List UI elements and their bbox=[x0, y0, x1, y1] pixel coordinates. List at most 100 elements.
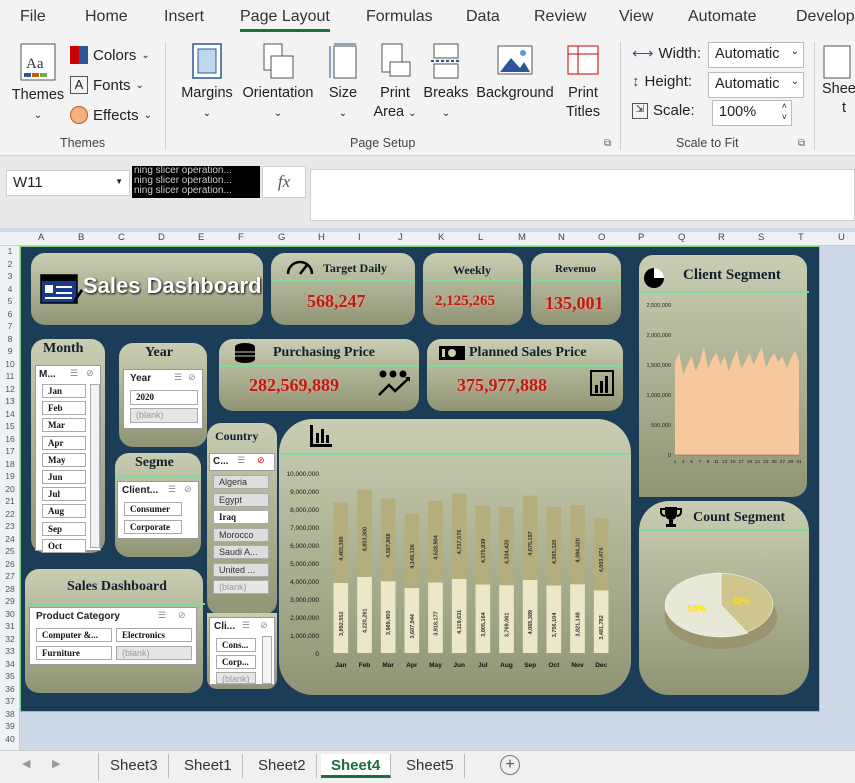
tab-home[interactable]: Home bbox=[85, 8, 128, 26]
row-header[interactable]: 21 bbox=[0, 496, 20, 506]
row-header[interactable]: 7 bbox=[0, 321, 20, 331]
row-header[interactable]: 37 bbox=[0, 696, 20, 706]
formula-input[interactable] bbox=[310, 169, 855, 221]
column-header[interactable]: G bbox=[278, 232, 285, 243]
tab-data[interactable]: Data bbox=[466, 8, 500, 26]
row-header[interactable]: 40 bbox=[0, 734, 20, 744]
column-header[interactable]: I bbox=[358, 232, 361, 243]
column-header[interactable]: M bbox=[518, 232, 526, 243]
row-header[interactable]: 31 bbox=[0, 621, 20, 631]
tab-formulas[interactable]: Formulas bbox=[366, 8, 433, 26]
column-header[interactable]: E bbox=[198, 232, 204, 243]
month-item[interactable]: Aug bbox=[42, 504, 86, 519]
clear-filter-icon[interactable]: ⊘ bbox=[86, 368, 94, 379]
scroll-right-icon[interactable]: ▶ bbox=[52, 757, 60, 770]
column-header[interactable]: O bbox=[598, 232, 605, 243]
orientation-button[interactable]: Orientation ⌄ bbox=[238, 42, 318, 123]
category-item-furniture[interactable]: Furniture bbox=[36, 646, 112, 660]
month-item[interactable]: May bbox=[42, 452, 86, 467]
row-header[interactable]: 32 bbox=[0, 634, 20, 644]
tab-review[interactable]: Review bbox=[534, 8, 586, 26]
sheet-tab-sheet3[interactable]: Sheet3 bbox=[100, 754, 169, 778]
sheet-tab-sheet5[interactable]: Sheet5 bbox=[396, 754, 465, 778]
client-item-blank[interactable]: (blank) bbox=[216, 672, 256, 684]
margins-button[interactable]: Margins ⌄ bbox=[178, 42, 236, 123]
country-item[interactable]: Morocco bbox=[213, 527, 269, 542]
height-dropdown[interactable]: Automatic ⌄ bbox=[708, 72, 804, 98]
fonts-button[interactable]: A Fonts ⌄ bbox=[70, 76, 144, 94]
month-item[interactable]: Jan bbox=[42, 384, 86, 398]
country-item[interactable]: Algeria bbox=[213, 475, 269, 489]
country-item[interactable]: Saudi A... bbox=[213, 545, 269, 559]
row-header[interactable]: 26 bbox=[0, 559, 20, 569]
fx-button[interactable]: fx bbox=[262, 166, 306, 198]
month-item[interactable]: Mar bbox=[42, 418, 86, 433]
row-header[interactable]: 9 bbox=[0, 346, 20, 356]
row-header[interactable]: 13 bbox=[0, 396, 20, 406]
year-item-blank[interactable]: (blank) bbox=[130, 408, 198, 423]
themes-button[interactable]: Aa Themes ⌄ bbox=[10, 42, 66, 125]
column-header[interactable]: D bbox=[158, 232, 165, 243]
row-header[interactable]: 34 bbox=[0, 659, 20, 669]
tab-insert[interactable]: Insert bbox=[164, 8, 204, 26]
client-item-consumer[interactable]: Cons... bbox=[216, 638, 256, 652]
column-header[interactable]: J bbox=[398, 232, 403, 243]
name-box[interactable]: W11 ▼ bbox=[6, 170, 130, 196]
column-header[interactable]: F bbox=[238, 232, 244, 243]
row-header[interactable]: 15 bbox=[0, 421, 20, 431]
month-item[interactable]: Sep bbox=[42, 521, 86, 536]
row-header[interactable]: 23 bbox=[0, 521, 20, 531]
year-item-2020[interactable]: 2020 bbox=[130, 390, 198, 405]
row-header[interactable]: 38 bbox=[0, 709, 20, 719]
column-header[interactable]: K bbox=[438, 232, 444, 243]
scale-spinner[interactable]: 100% ˄ ˅ bbox=[712, 100, 792, 126]
column-header[interactable]: N bbox=[558, 232, 565, 243]
row-header[interactable]: 35 bbox=[0, 671, 20, 681]
row-header[interactable]: 4 bbox=[0, 284, 20, 294]
row-header[interactable]: 30 bbox=[0, 609, 20, 619]
tab-developer[interactable]: Develop bbox=[796, 8, 855, 26]
sheet-options-button[interactable]: Shee t bbox=[822, 42, 855, 118]
row-header[interactable]: 5 bbox=[0, 296, 20, 306]
clear-filter-icon[interactable]: ⊘ bbox=[257, 455, 265, 466]
row-header[interactable]: 20 bbox=[0, 484, 20, 494]
breaks-button[interactable]: Breaks ⌄ bbox=[422, 42, 470, 123]
country-item[interactable]: Iraq bbox=[213, 510, 269, 524]
country-item[interactable]: (blank) bbox=[213, 580, 269, 594]
sheet-tab-sheet4[interactable]: Sheet4 bbox=[321, 754, 392, 778]
print-titles-button[interactable]: Print Titles bbox=[560, 42, 606, 122]
row-header[interactable]: 27 bbox=[0, 571, 20, 581]
month-slicer-scrollbar[interactable] bbox=[90, 384, 100, 548]
tab-view[interactable]: View bbox=[619, 8, 653, 26]
clear-filter-icon[interactable]: ⊘ bbox=[184, 484, 192, 495]
print-area-button[interactable]: Print Area ⌄ bbox=[370, 42, 420, 123]
column-header[interactable]: T bbox=[798, 232, 804, 243]
row-header[interactable]: 29 bbox=[0, 596, 20, 606]
sheet-tab-sheet1[interactable]: Sheet1 bbox=[174, 754, 243, 778]
scale-launcher-icon[interactable]: ⧉ bbox=[798, 138, 805, 149]
column-header[interactable]: S bbox=[758, 232, 764, 243]
clear-filter-icon[interactable]: ⊘ bbox=[178, 610, 186, 621]
row-header[interactable]: 1 bbox=[0, 246, 20, 256]
month-item[interactable]: Feb bbox=[42, 401, 86, 416]
add-sheet-button[interactable]: + bbox=[500, 755, 520, 775]
clear-filter-icon[interactable]: ⊘ bbox=[260, 620, 268, 631]
row-header[interactable]: 2 bbox=[0, 259, 20, 269]
clear-filter-icon[interactable]: ⊘ bbox=[188, 372, 196, 383]
row-header[interactable]: 8 bbox=[0, 334, 20, 344]
column-header[interactable]: R bbox=[718, 232, 725, 243]
size-button[interactable]: Size ⌄ bbox=[322, 42, 364, 123]
row-header[interactable]: 22 bbox=[0, 509, 20, 519]
category-item-computer[interactable]: Computer &... bbox=[36, 628, 112, 642]
month-item[interactable]: Oct bbox=[42, 538, 86, 553]
row-header[interactable]: 11 bbox=[0, 371, 20, 381]
category-item-electronics[interactable]: Electronics bbox=[116, 628, 192, 642]
segment-item-corporate[interactable]: Corporate bbox=[124, 520, 182, 534]
row-header[interactable]: 18 bbox=[0, 459, 20, 469]
column-header[interactable]: Q bbox=[678, 232, 685, 243]
row-header[interactable]: 24 bbox=[0, 534, 20, 544]
month-item[interactable]: Jun bbox=[42, 470, 86, 484]
sheet-tab-sheet2[interactable]: Sheet2 bbox=[248, 754, 317, 778]
row-header[interactable]: 17 bbox=[0, 446, 20, 456]
row-header[interactable]: 6 bbox=[0, 309, 20, 319]
